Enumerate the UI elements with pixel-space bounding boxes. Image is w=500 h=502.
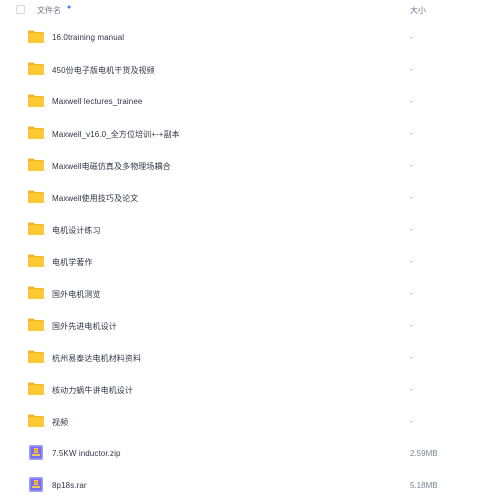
- file-name[interactable]: 国外先进电机设计: [52, 321, 117, 332]
- folder-row[interactable]: Maxwell lectures_trainee -: [0, 86, 500, 118]
- file-size: -: [410, 289, 413, 298]
- folder-icon: [28, 190, 44, 203]
- select-all-checkbox[interactable]: [16, 5, 25, 14]
- folder-row[interactable]: 国外先进电机设计 -: [0, 310, 500, 342]
- folder-row[interactable]: 视频 -: [0, 406, 500, 438]
- folder-icon: [28, 318, 44, 331]
- folder-row[interactable]: 电机设计练习 -: [0, 214, 500, 246]
- folder-row[interactable]: 450份电子版电机干货及视频 -: [0, 54, 500, 86]
- file-size: -: [410, 33, 413, 42]
- folder-row[interactable]: 16.0training manual -: [0, 22, 500, 54]
- folder-row[interactable]: 核动力蜗牛讲电机设计 -: [0, 374, 500, 406]
- file-name[interactable]: 电机设计练习: [52, 225, 101, 236]
- folder-row[interactable]: Maxwell电磁仿真及多物理场耦合 -: [0, 150, 500, 182]
- file-size: 2.59MB: [410, 449, 438, 458]
- file-row[interactable]: 7.5KW inductor.zip 2.59MB: [0, 438, 500, 470]
- file-size: -: [410, 385, 413, 394]
- file-name[interactable]: 国外电机测览: [52, 289, 101, 300]
- file-name[interactable]: 核动力蜗牛讲电机设计: [52, 385, 133, 396]
- file-size: -: [410, 353, 413, 362]
- column-header-name[interactable]: 文件名: [37, 5, 61, 16]
- folder-row[interactable]: Maxwell_v16.0_全方位培训+-+副本 -: [0, 118, 500, 150]
- folder-row[interactable]: Maxwell使用技巧及论文 -: [0, 182, 500, 214]
- folder-icon: [28, 254, 44, 267]
- file-size: -: [410, 321, 413, 330]
- file-name[interactable]: 杭州易泰达电机材料资料: [52, 353, 141, 364]
- file-name[interactable]: Maxwell使用技巧及论文: [52, 193, 138, 204]
- file-size: -: [410, 417, 413, 426]
- file-name[interactable]: 7.5KW inductor.zip: [52, 449, 121, 458]
- file-name[interactable]: Maxwell lectures_trainee: [52, 97, 142, 106]
- folder-icon: [28, 414, 44, 427]
- file-name[interactable]: Maxwell_v16.0_全方位培训+-+副本: [52, 129, 180, 140]
- folder-row[interactable]: 电机学著作 -: [0, 246, 500, 278]
- file-name[interactable]: Maxwell电磁仿真及多物理场耦合: [52, 161, 171, 172]
- folder-icon: [28, 30, 44, 43]
- file-name[interactable]: 16.0training manual: [52, 33, 124, 42]
- file-name[interactable]: 8p18s.rar: [52, 481, 87, 490]
- sort-icon[interactable]: ●: [67, 4, 71, 11]
- file-name[interactable]: 视频: [52, 417, 68, 428]
- folder-icon: [28, 222, 44, 235]
- folder-icon: [28, 126, 44, 139]
- folder-icon: [28, 286, 44, 299]
- file-size: -: [410, 193, 413, 202]
- file-size: -: [410, 129, 413, 138]
- column-header-size[interactable]: 大小: [410, 5, 426, 16]
- folder-icon: [28, 382, 44, 395]
- file-name[interactable]: 450份电子版电机干货及视频: [52, 65, 155, 76]
- archive-icon: [29, 445, 43, 460]
- folder-row[interactable]: 杭州易泰达电机材料资料 -: [0, 342, 500, 374]
- file-size: -: [410, 65, 413, 74]
- file-size: 5.18MB: [410, 481, 438, 490]
- file-row[interactable]: 8p18s.rar 5.18MB: [0, 470, 500, 502]
- archive-icon: [29, 477, 43, 492]
- folder-row[interactable]: 国外电机测览 -: [0, 278, 500, 310]
- file-size: -: [410, 257, 413, 266]
- folder-icon: [28, 158, 44, 171]
- file-size: -: [410, 97, 413, 106]
- file-size: -: [410, 161, 413, 170]
- file-size: -: [410, 225, 413, 234]
- folder-icon: [28, 350, 44, 363]
- folder-icon: [28, 94, 44, 107]
- file-name[interactable]: 电机学著作: [52, 257, 93, 268]
- folder-icon: [28, 62, 44, 75]
- file-list-header: 文件名 ● 大小: [0, 0, 500, 20]
